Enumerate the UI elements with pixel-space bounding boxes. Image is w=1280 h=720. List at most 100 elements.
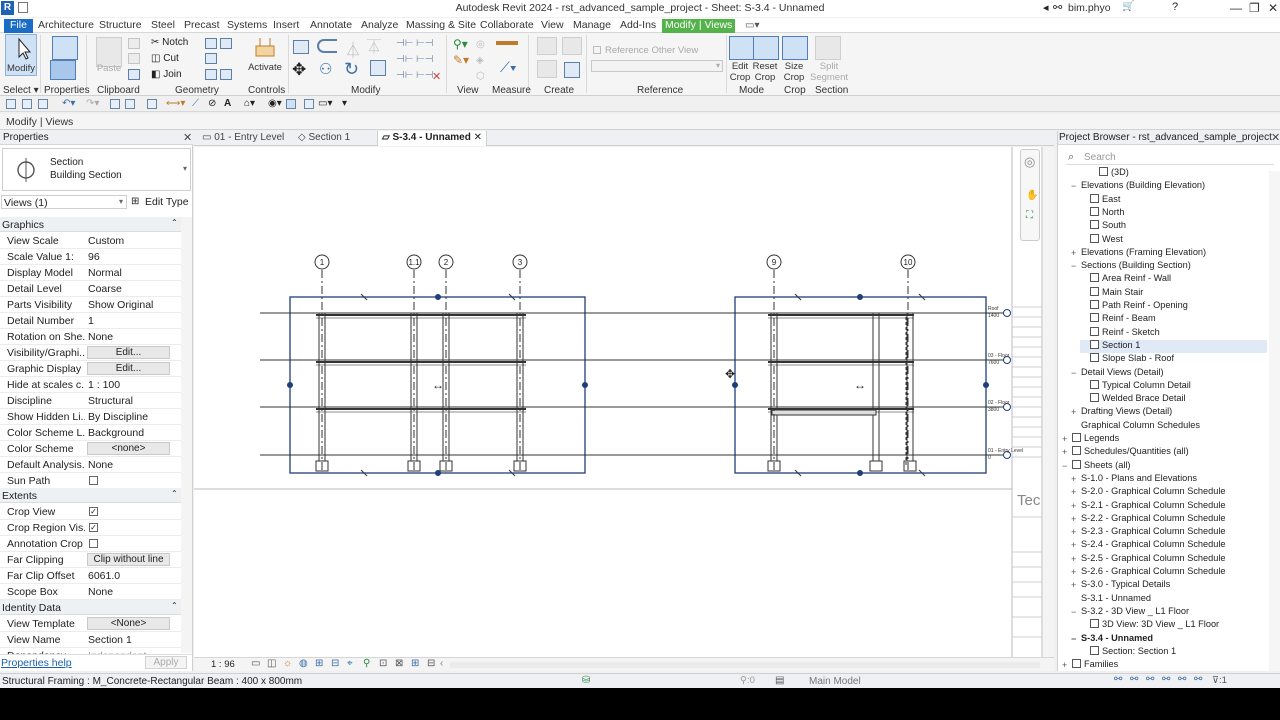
tab-entry-level[interactable]: ▭ 01 - Entry Level [198,131,288,146]
geometry-tool-icon[interactable] [205,53,217,64]
expand-icon[interactable]: + [1071,540,1076,550]
property-row[interactable]: View Template <None> [0,616,181,632]
text-icon[interactable]: A [224,98,231,109]
tab-steel[interactable]: Steel [148,19,178,33]
property-row[interactable]: Far Clip Offset 6061.0 [0,568,181,584]
property-row[interactable]: Rotation on She... None [0,329,181,345]
create-assembly-icon[interactable] [537,37,557,55]
close-tab-icon[interactable]: ✕ [471,132,482,143]
undo-icon[interactable]: ↶▾ [62,98,75,109]
expand-icon[interactable]: + [1071,501,1076,511]
tab-architecture[interactable]: Architecture [35,19,97,33]
property-value[interactable]: Normal [88,267,178,279]
apply-button[interactable]: Apply [145,656,187,669]
property-value[interactable]: None [88,459,178,471]
offset-icon[interactable] [317,39,337,53]
browser-item[interactable]: + Legends [1062,433,1267,446]
browser-item[interactable]: Path Reinf - Opening [1080,300,1267,313]
property-checkbox[interactable]: ✓ [89,507,98,516]
customize-qat-icon[interactable]: ▾ [342,98,347,109]
browser-item[interactable]: − Elevations (Building Elevation) [1071,180,1267,193]
cut-button[interactable]: ◫ Cut [151,53,179,64]
reveal-hidden-icon[interactable]: ⊡ [379,658,387,669]
browser-item[interactable]: + S-2.6 - Graphical Column Schedule [1071,566,1267,579]
reset-crop-icon[interactable] [753,36,779,60]
expand-icon[interactable]: + [1071,248,1076,258]
view-tool-icon[interactable]: ⬡ [476,71,485,82]
expand-icon[interactable]: + [1071,514,1076,524]
mirror-pick-icon[interactable]: ⏃ [345,37,361,61]
help-icon[interactable]: ? [1172,1,1178,13]
property-checkbox[interactable] [89,539,98,548]
reveal-constraints-icon[interactable]: ⊟ [427,658,435,669]
property-value[interactable]: Section 1 [88,634,178,646]
search-help-icon[interactable]: ◂ [1043,1,1049,14]
browser-item[interactable]: + Schedules/Quantities (all) [1062,446,1267,459]
browser-scrollbar[interactable] [1269,171,1280,671]
mirror-draw-icon[interactable]: ⏄ [367,37,381,57]
copy-icon[interactable] [128,53,140,64]
property-value-button[interactable]: Edit... [87,346,170,359]
browser-item[interactable]: + S-2.4 - Graphical Column Schedule [1071,539,1267,552]
create-group-icon[interactable] [537,60,557,78]
tab-section-1[interactable]: ◇ Section 1 [294,131,354,146]
browser-item[interactable]: Slope Slab - Roof [1080,353,1267,366]
open-icon[interactable] [6,99,16,109]
browser-item[interactable]: South [1080,220,1267,233]
collapse-icon[interactable]: − [1071,634,1076,644]
property-row[interactable]: Hide at scales c... 1 : 100 [0,377,181,393]
crop-handle[interactable] [983,382,989,388]
override-graphics-icon[interactable]: ✎▾ [453,53,469,67]
notch-button[interactable]: ✂ Notch [151,37,188,48]
close-icon[interactable]: ✕ [1271,131,1280,144]
tab-view[interactable]: View [538,19,567,33]
thin-lines-icon[interactable] [286,99,296,109]
browser-search[interactable]: ⌕ Search [1066,151,1274,165]
browser-item[interactable]: + Drafting Views (Detail) [1071,406,1267,419]
select-by-face-icon[interactable]: ⚯ [1162,674,1170,685]
trim-extend-icon[interactable] [370,60,386,76]
tab-manage[interactable]: Manage [570,19,614,33]
browser-item[interactable]: Reinf - Sketch [1080,326,1267,340]
property-value[interactable]: Structural [88,395,178,407]
type-selector[interactable]: Section Building Section ▾ [2,148,191,191]
restore-icon[interactable]: ❐ [1249,1,1260,15]
property-row[interactable]: Sun Path [0,473,181,489]
crop-handle[interactable] [732,382,738,388]
visual-style-icon[interactable]: ◫ [267,658,276,669]
expand-icon[interactable]: + [1071,407,1076,417]
property-row[interactable]: Display Model Normal [0,265,181,281]
collapse-icon[interactable]: − [1071,607,1076,617]
scroll-left-icon[interactable]: ‹ [440,658,443,669]
property-row[interactable]: Scope Box None [0,584,181,600]
property-value[interactable]: None [88,331,178,343]
move-icon[interactable]: ✥ [292,60,306,80]
expand-icon[interactable]: + [1071,474,1076,484]
property-row[interactable]: Crop View ✓ [0,504,181,520]
property-value[interactable]: Coarse [88,283,178,295]
tab-s-3-4-unnamed[interactable]: ▱ S-3.4 - Unnamed ✕ [377,131,487,146]
tab-analyze[interactable]: Analyze [358,19,401,33]
property-row[interactable]: Parts Visibility Show Original [0,297,181,313]
design-option-selector[interactable]: Main Model [809,676,861,687]
temporary-hide-icon[interactable]: ⚲ [363,658,370,669]
property-value-button[interactable]: <None> [87,617,170,630]
measure-qat-icon[interactable] [147,99,157,109]
crop-handle[interactable] [582,382,588,388]
tag-icon[interactable]: ⟋ [192,98,199,109]
browser-item[interactable]: − Detail Views (Detail) [1071,367,1267,380]
browser-item[interactable]: + S-2.3 - Graphical Column Schedule [1071,526,1267,539]
tab-add-ins[interactable]: Add-Ins [617,19,659,33]
tab-insert[interactable]: Insert [270,19,302,33]
browser-item[interactable]: Graphical Column Schedules [1071,420,1267,433]
browser-item[interactable]: Reinf - Beam [1080,313,1267,326]
split-segment-icon[interactable] [815,36,841,60]
property-checkbox[interactable] [89,476,98,485]
browser-item[interactable]: (3D) [1089,167,1267,180]
property-row[interactable]: View Scale Custom [0,233,181,249]
browser-item[interactable]: Area Reinf - Wall [1080,273,1267,286]
property-row[interactable]: Color Scheme L... Background [0,425,181,441]
browser-item[interactable]: − Sections (Building Section) [1071,260,1267,273]
property-value[interactable]: 1 [88,315,178,327]
property-row[interactable]: Annotation Crop [0,536,181,552]
